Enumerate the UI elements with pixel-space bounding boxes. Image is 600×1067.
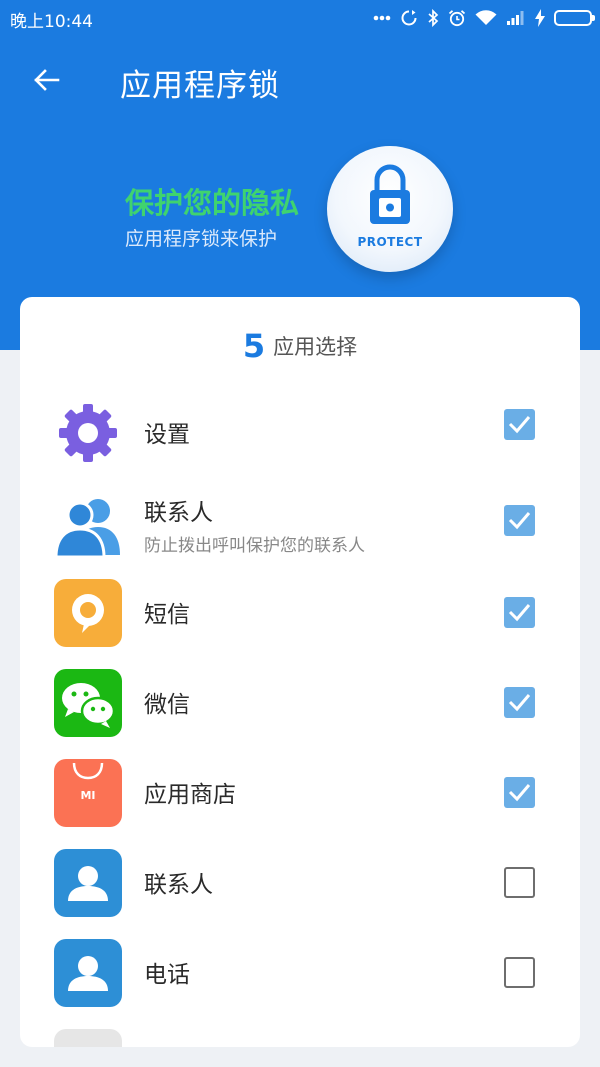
app-checkbox[interactable]: [504, 687, 535, 718]
selected-count: 5: [242, 327, 266, 365]
app-selection-card: 5 应用选择 设置 联系人 防止拨出呼叫保护您的联系人 短信 微信 MI 应用商…: [20, 297, 580, 1047]
app-name: 电话: [144, 962, 190, 988]
status-bar: 晚上10:44: [0, 0, 600, 36]
sync-icon: [400, 9, 418, 27]
checkmark-icon: [508, 416, 531, 434]
back-button[interactable]: [22, 58, 70, 102]
protect-label: PROTECT: [357, 235, 423, 249]
app-checkbox[interactable]: [504, 957, 535, 988]
checkmark-icon: [508, 784, 531, 802]
arrow-left-icon: [34, 69, 60, 91]
selected-label: 应用选择: [273, 335, 358, 359]
app-name: 微信: [144, 692, 190, 718]
checkmark-icon: [508, 694, 531, 712]
app-checkbox[interactable]: [504, 505, 535, 536]
protect-badge[interactable]: PROTECT: [327, 146, 453, 272]
status-time: 晚上10:44: [10, 12, 93, 32]
signal-icon: [506, 10, 526, 26]
settings-gear-icon: [54, 399, 122, 467]
app-name: 联系人: [144, 500, 213, 526]
app-row-contacts[interactable]: 联系人 防止拨出呼叫保护您的联系人: [20, 479, 580, 569]
app-name: 联系人: [144, 872, 213, 898]
charging-icon: [535, 9, 545, 27]
phone-person-icon: [54, 939, 122, 1007]
app-checkbox[interactable]: [504, 777, 535, 808]
sms-bubble-icon: [54, 579, 122, 647]
status-icons: [373, 6, 595, 30]
contact-person-icon: [54, 849, 122, 917]
app-row-app-store[interactable]: MI 应用商店: [20, 749, 580, 839]
page-title: 应用程序锁: [120, 68, 280, 104]
app-row-phone[interactable]: 电话: [20, 929, 580, 1019]
app-bar: 应用程序锁: [0, 46, 600, 116]
selection-header: 5 应用选择: [20, 327, 580, 365]
bluetooth-icon: [427, 9, 439, 27]
app-icon-partial: [54, 1029, 122, 1047]
battery-icon: [554, 10, 595, 26]
app-row-settings[interactable]: 设置: [20, 389, 580, 479]
wifi-icon: [475, 10, 497, 26]
hero-title: 保护您的隐私: [125, 186, 300, 220]
contacts-people-icon: [54, 489, 122, 559]
alarm-icon: [448, 9, 466, 27]
app-description: 防止拨出呼叫保护您的联系人: [144, 536, 365, 556]
hero-subtitle: 应用程序锁来保护: [125, 228, 278, 250]
mi-logo-text: MI: [80, 789, 96, 802]
app-name: 设置: [144, 422, 190, 448]
app-row-partial[interactable]: [20, 1019, 580, 1047]
checkmark-icon: [508, 604, 531, 622]
app-name: 应用商店: [144, 782, 236, 808]
mi-store-icon: MI: [54, 759, 122, 827]
app-checkbox[interactable]: [504, 409, 535, 440]
more-dots-icon: [373, 15, 391, 21]
checkmark-icon: [508, 512, 531, 530]
app-row-wechat[interactable]: 微信: [20, 659, 580, 749]
app-name: 短信: [144, 602, 190, 628]
app-row-sms[interactable]: 短信: [20, 569, 580, 659]
padlock-icon: [370, 164, 410, 224]
app-checkbox[interactable]: [504, 867, 535, 898]
wechat-icon: [54, 669, 122, 737]
app-checkbox[interactable]: [504, 597, 535, 628]
app-row-contacts-2[interactable]: 联系人: [20, 839, 580, 929]
